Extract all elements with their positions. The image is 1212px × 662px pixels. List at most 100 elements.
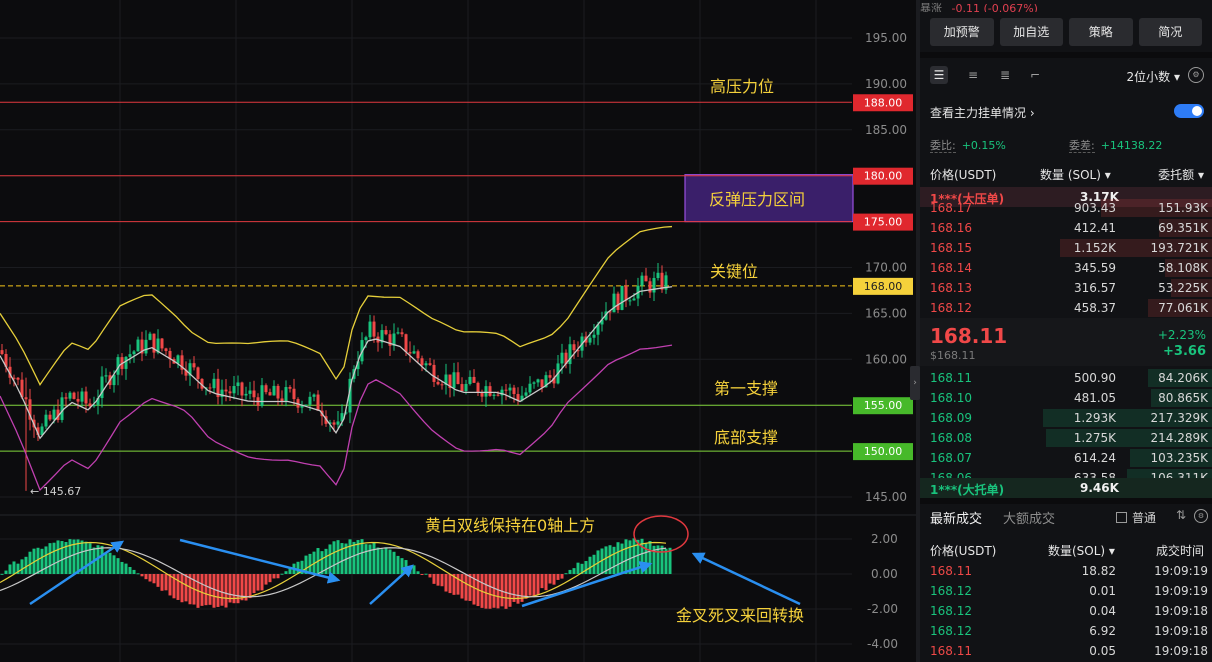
candle-body [164, 348, 168, 351]
macd-histogram-bar [156, 574, 160, 587]
candle-body [284, 387, 288, 402]
ask-row[interactable]: 168.17 903.43 151.93K [920, 198, 1212, 218]
bid-price: 168.08 [930, 431, 972, 445]
add-alert-button[interactable]: 加预警 [930, 18, 994, 46]
diff-value: +14138.22 [1100, 139, 1163, 152]
ask-row[interactable]: 168.13 316.57 53.225K [920, 278, 1212, 298]
macd-histogram-bar [60, 541, 64, 574]
candle-body [196, 367, 200, 379]
candle-body [84, 391, 88, 404]
macd-histogram-bar [28, 551, 32, 574]
bid-total: 217.329K [1150, 411, 1209, 425]
bid-row[interactable]: 168.11 500.90 84.206K [920, 368, 1212, 388]
candle-body [472, 376, 476, 383]
ticker-strip: 暴涨 -0.11 (-0.067%) [920, 0, 1212, 12]
candle-body [656, 272, 660, 279]
macd-histogram-bar [24, 556, 28, 574]
tab-latest-trades[interactable]: 最新成交 [930, 508, 982, 527]
bids-view-icon[interactable]: ≡ [964, 66, 982, 84]
candle-body [316, 394, 320, 411]
bid-row[interactable]: 168.10 481.05 80.865K [920, 388, 1212, 408]
strategy-button[interactable]: 策略 [1069, 18, 1133, 46]
candle-body [72, 392, 76, 399]
macd-histogram-bar [120, 561, 124, 574]
ob-qty-header[interactable]: 数量 (SOL) ▾ [1040, 166, 1111, 183]
candle-body [288, 387, 292, 389]
ask-row[interactable]: 168.14 345.59 58.108K [920, 258, 1212, 278]
tab-large-trades[interactable]: 大额成交 [1003, 508, 1055, 527]
macd-histogram-bar [396, 555, 400, 574]
bid-row[interactable]: 168.08 1.275K 214.289K [920, 428, 1212, 448]
ask-row[interactable]: 168.15 1.152K 193.721K [920, 238, 1212, 258]
candle-body [440, 384, 444, 386]
macd-histogram-bar [160, 574, 164, 591]
ob-price-header: 价格(USDT) [930, 168, 997, 182]
last-price: 168.11 [930, 324, 1008, 348]
macd-histogram-bar [420, 574, 424, 575]
main-order-toggle[interactable] [1174, 104, 1204, 118]
candle-body [260, 385, 264, 406]
ask-qty: 458.37 [1074, 301, 1116, 315]
candle-body [660, 272, 664, 290]
macd-histogram-bar [128, 566, 132, 574]
normal-checkbox[interactable] [1116, 512, 1127, 523]
level-tag-label: 175.00 [864, 216, 903, 229]
candle-body [80, 391, 84, 402]
both-sides-view-icon[interactable]: ☰ [930, 66, 948, 84]
filter-icon[interactable]: ⇅ [1176, 508, 1186, 522]
macd-histogram-bar [516, 574, 520, 604]
chart-canvas[interactable]: 195.00 190.00 185.00 180.00 175.00 170.00 165.… [0, 0, 916, 662]
trade-price: 168.12 [930, 584, 972, 598]
macd-histogram-bar [116, 558, 120, 574]
candle-body [508, 387, 512, 391]
main-order-link[interactable]: 查看主力挂单情况 › [930, 104, 1035, 121]
trade-price: 168.12 [930, 604, 972, 618]
depth-view-icon[interactable]: ⌐ [1026, 66, 1044, 84]
macd-histogram-bar [0, 573, 4, 575]
macd-histogram-bar [416, 571, 420, 574]
trade-row: 168.12 0.01 19:09:19 [920, 582, 1212, 602]
trade-qty-header[interactable]: 数量(SOL) ▾ [1048, 542, 1115, 559]
price-axis-label: 160.00 [865, 352, 907, 366]
candle-body [104, 375, 108, 377]
macd-histogram-bar [268, 574, 272, 583]
bid-row[interactable]: 168.09 1.293K 217.329K [920, 408, 1212, 428]
candle-body [332, 422, 336, 425]
collapse-panel-button[interactable]: › [910, 366, 920, 400]
candle-body [420, 358, 424, 366]
candle-body [224, 389, 228, 392]
add-watchlist-button[interactable]: 加自选 [999, 18, 1063, 46]
macd-histogram-bar [376, 547, 380, 574]
trade-settings-icon[interactable]: ⚙ [1194, 509, 1208, 523]
macd-histogram-bar [564, 573, 568, 575]
ob-total-header[interactable]: 委托额 ▾ [1158, 166, 1204, 183]
macd-histogram-bar [544, 574, 548, 591]
candle-body [468, 376, 472, 384]
candle-body [208, 387, 212, 389]
bid-qty: 500.90 [1074, 371, 1116, 385]
trade-time: 19:09:19 [1154, 584, 1208, 598]
candle-body [640, 275, 644, 286]
candle-body [192, 363, 196, 368]
bid-row[interactable]: 168.06 633.58 106.311K [920, 468, 1212, 478]
ask-qty: 1.152K [1073, 241, 1116, 255]
candle-body [148, 333, 152, 340]
asks-view-icon[interactable]: ≣ [996, 66, 1014, 84]
low-marker: ← 145.67 [30, 485, 81, 498]
trade-time: 19:09:19 [1154, 564, 1208, 578]
price-chart[interactable]: 195.00 190.00 185.00 180.00 175.00 170.00 165.… [0, 0, 916, 662]
section-divider [920, 498, 1212, 504]
decimal-select[interactable]: 2位小数 ▾ [1127, 68, 1180, 85]
annotation-bottom-support: 底部支撑 [714, 428, 778, 447]
macd-histogram-bar [384, 547, 388, 574]
macd-histogram-bar [508, 574, 512, 607]
ask-row[interactable]: 168.12 458.37 77.061K [920, 298, 1212, 318]
overview-button[interactable]: 简况 [1138, 18, 1202, 46]
macd-histogram-bar [496, 574, 500, 609]
ask-row[interactable]: 168.16 412.41 69.351K [920, 218, 1212, 238]
candle-body [364, 337, 368, 341]
ask-total: 193.721K [1150, 241, 1209, 255]
settings-icon[interactable]: ⚙ [1188, 67, 1204, 83]
bid-row[interactable]: 168.07 614.24 103.235K [920, 448, 1212, 468]
ask-total: 58.108K [1158, 261, 1208, 275]
